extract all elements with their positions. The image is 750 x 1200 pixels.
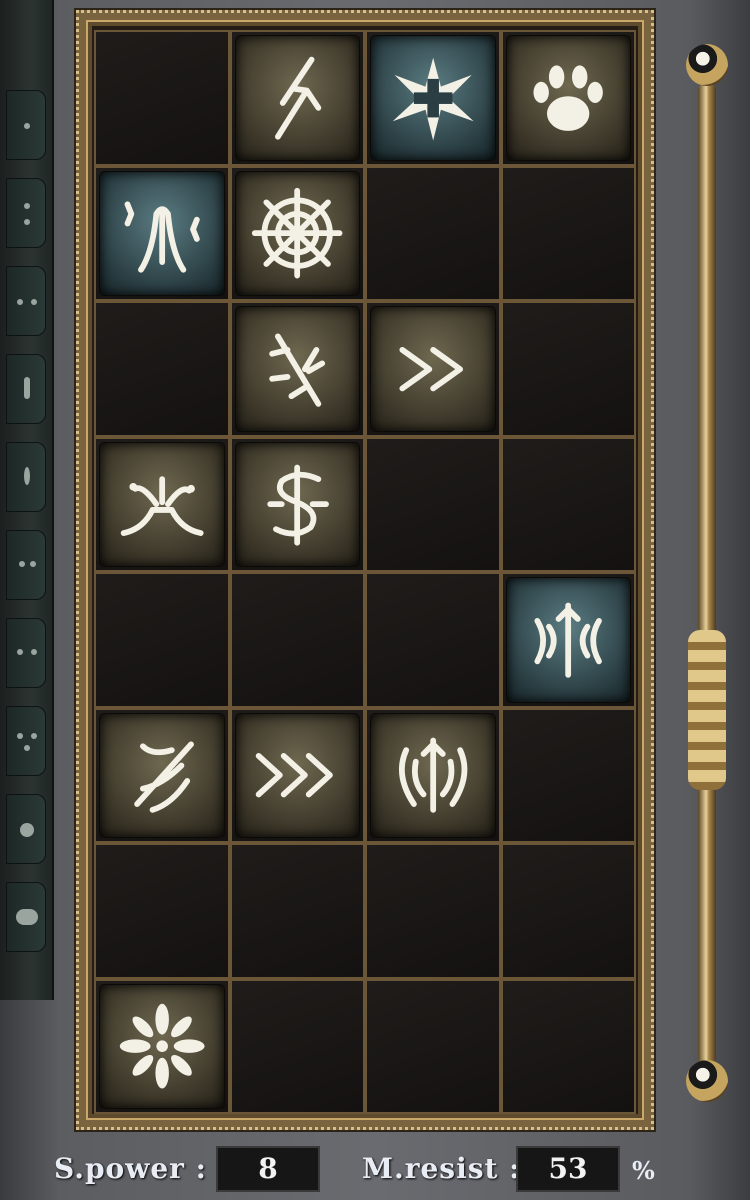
empty-skill-slot[interactable] — [96, 845, 228, 977]
petal-burst-skill-button[interactable] — [100, 984, 224, 1108]
skill-slot[interactable] — [367, 32, 499, 164]
empty-skill-slot[interactable] — [502, 980, 634, 1112]
skill-slot[interactable] — [96, 709, 228, 841]
empty-skill-slot[interactable] — [96, 303, 228, 435]
skill-slot[interactable] — [367, 303, 499, 435]
spell-power-label: S.power : — [54, 1152, 207, 1185]
tab-marker-icon — [17, 299, 23, 305]
petal-burst-icon — [119, 1003, 205, 1089]
paw-print-icon — [533, 64, 603, 131]
tab-marker-icon — [24, 123, 30, 129]
skill-slot[interactable] — [367, 709, 499, 841]
magic-resist-label: M.resist : — [362, 1152, 521, 1185]
skill-slot[interactable] — [231, 303, 363, 435]
shattered-sword-skill-button[interactable] — [235, 307, 359, 431]
empty-skill-slot[interactable] — [367, 980, 499, 1112]
tab-marker-icon — [16, 909, 38, 925]
tab-marker-icon — [31, 733, 37, 739]
wind-gust-skill-button[interactable] — [100, 713, 224, 837]
empty-skill-slot[interactable] — [367, 167, 499, 299]
empty-skill-slot[interactable] — [502, 438, 634, 570]
praying-hands-skill-button[interactable] — [100, 171, 224, 295]
shattered-sword-icon — [269, 333, 326, 407]
scroll-up-button[interactable] — [686, 44, 728, 86]
skill-slot[interactable] — [231, 709, 363, 841]
tab-marker-icon — [19, 561, 25, 567]
tab-category-5[interactable] — [6, 442, 46, 512]
rune-sigil-skill-button[interactable] — [235, 442, 359, 566]
empty-skill-slot[interactable] — [502, 709, 634, 841]
radiant-star-skill-button[interactable] — [371, 36, 495, 160]
tab-marker-icon — [17, 649, 23, 655]
tab-marker-icon — [24, 377, 30, 399]
spider-web-icon — [251, 187, 343, 279]
tab-marker-icon — [31, 649, 37, 655]
percent-sign: % — [632, 1156, 655, 1185]
empty-skill-slot[interactable] — [231, 574, 363, 706]
lightning-bolt-icon — [275, 56, 322, 140]
scrollbar-thumb[interactable] — [688, 630, 726, 790]
skill-slot[interactable] — [96, 980, 228, 1112]
tab-category-1[interactable] — [6, 90, 46, 160]
empty-skill-slot[interactable] — [231, 845, 363, 977]
empty-skill-slot[interactable] — [502, 303, 634, 435]
radiant-star-icon — [392, 57, 474, 141]
spider-web-skill-button[interactable] — [235, 171, 359, 295]
tab-category-9[interactable] — [6, 794, 46, 864]
tab-marker-icon — [24, 219, 30, 225]
tab-category-10[interactable] — [6, 882, 46, 952]
tab-category-6[interactable] — [6, 530, 46, 600]
volcano-skill-button[interactable] — [100, 442, 224, 566]
empty-skill-slot[interactable] — [367, 574, 499, 706]
empty-skill-slot[interactable] — [367, 845, 499, 977]
tab-category-7[interactable] — [6, 618, 46, 688]
tab-marker-icon — [24, 467, 30, 485]
tab-marker-icon — [24, 745, 30, 751]
magic-resist-value: 53 — [516, 1146, 620, 1192]
empty-skill-slot[interactable] — [231, 980, 363, 1112]
tab-category-2[interactable] — [6, 178, 46, 248]
empty-skill-slot[interactable] — [367, 438, 499, 570]
scroll-down-button[interactable] — [686, 1060, 728, 1102]
skill-slot[interactable] — [231, 32, 363, 164]
tab-marker-icon — [20, 823, 34, 837]
tribal-shield-icon — [534, 602, 602, 678]
scrollbar-rail — [698, 84, 716, 1064]
skill-grid — [94, 30, 636, 1114]
triple-chevron-skill-button[interactable] — [235, 713, 359, 837]
empty-skill-slot[interactable] — [96, 574, 228, 706]
spell-power-value: 8 — [216, 1146, 320, 1192]
category-tab-strip — [0, 0, 54, 1000]
tab-category-4[interactable] — [6, 354, 46, 424]
skill-slot[interactable] — [231, 167, 363, 299]
double-chevron-skill-button[interactable] — [371, 307, 495, 431]
skill-slot[interactable] — [502, 32, 634, 164]
stats-bar: S.power : 8 M.resist : 53 % — [0, 1140, 750, 1200]
lightning-bolt-skill-button[interactable] — [235, 36, 359, 160]
skill-slot[interactable] — [231, 438, 363, 570]
skill-slot[interactable] — [96, 167, 228, 299]
volcano-icon — [120, 476, 204, 537]
tab-marker-icon — [17, 733, 23, 739]
empty-skill-slot[interactable] — [502, 167, 634, 299]
tab-marker-icon — [30, 561, 36, 567]
tribal-crest-icon — [398, 737, 467, 813]
tab-marker-icon — [31, 299, 37, 305]
praying-hands-icon — [124, 201, 200, 273]
tab-marker-icon — [24, 203, 30, 209]
tab-category-8[interactable] — [6, 706, 46, 776]
scrollbar[interactable] — [684, 44, 730, 1104]
tab-category-3[interactable] — [6, 266, 46, 336]
tribal-shield-skill-button[interactable] — [506, 578, 630, 702]
triple-chevron-icon — [255, 753, 333, 798]
skill-slot[interactable] — [96, 438, 228, 570]
empty-skill-slot[interactable] — [96, 32, 228, 164]
tribal-crest-skill-button[interactable] — [371, 713, 495, 837]
double-chevron-icon — [399, 346, 463, 391]
paw-print-skill-button[interactable] — [506, 36, 630, 160]
skill-slot[interactable] — [502, 574, 634, 706]
rune-sigil-icon — [267, 464, 330, 546]
empty-skill-slot[interactable] — [502, 845, 634, 977]
wind-gust-icon — [133, 741, 194, 813]
